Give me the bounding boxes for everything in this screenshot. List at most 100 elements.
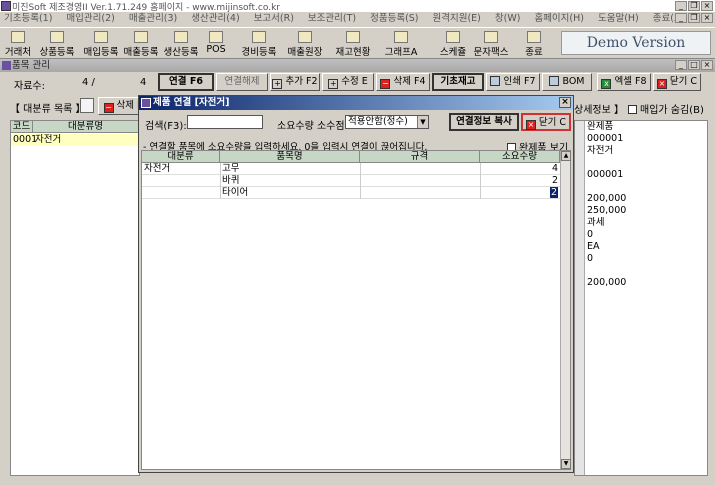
menu-item-registration[interactable]: 정품등록(S) [370, 12, 418, 26]
toolbar-schedule-button[interactable]: 스케쥴 [438, 30, 468, 58]
print-button[interactable]: 인쇄 F7 [486, 73, 540, 91]
detail-value[interactable]: 0 [587, 253, 593, 264]
mdi-controls: _ ❐ × [675, 13, 713, 23]
close-icon[interactable]: × [701, 1, 713, 11]
toolbar-production-button[interactable]: 생산등록 [162, 30, 200, 58]
row-qty-selected[interactable]: 2 [549, 187, 558, 198]
toolbar-sms-fax-button[interactable]: 문자팩스 [472, 30, 510, 58]
search-label: 검색(F3): [145, 121, 187, 132]
detail-value[interactable]: EA [587, 241, 600, 252]
delete-button[interactable]: − 삭제 F4 [376, 73, 430, 91]
dialog-close-button[interactable]: × 닫기 C [521, 113, 571, 131]
toolbar-sales-ledger-button[interactable]: 매출원장 [284, 30, 326, 58]
category-code: 0001 [13, 134, 38, 145]
app-title-bar: 미진Soft 제조경영II Ver.1.71.249 홈페이지 - www.mi… [0, 0, 715, 13]
inner-close-icon[interactable]: × [701, 60, 713, 70]
dialog-title: 제품 연결 [자전거] [153, 97, 230, 108]
row-item-name: 고무 [222, 163, 240, 174]
copy-link-info-button[interactable]: 연결정보 복사 [449, 113, 519, 131]
plus-icon: + [328, 79, 339, 89]
toolbar-client-button[interactable]: 거래처 [2, 30, 34, 58]
toolbar-sales-button[interactable]: 매출등록 [122, 30, 160, 58]
detail-value[interactable]: 200,000 [587, 277, 626, 288]
qty-decimal-label: 소요수량 소수점: [277, 121, 348, 132]
detail-panel-header: 상세정보 】 매입가 숨김(B) [574, 99, 708, 116]
row-category: 자전거 [144, 163, 171, 174]
detail-value[interactable]: 과세 [587, 217, 604, 228]
dialog-scrollbar[interactable]: ▲ ▼ [560, 151, 571, 469]
toolbar-stock-button[interactable]: 재고현황 [332, 30, 374, 58]
bom-button[interactable]: BOM [542, 73, 592, 91]
toolbar-purchase-button[interactable]: 매입등록 [82, 30, 120, 58]
toolbar-exit-button[interactable]: 종료 [522, 30, 546, 58]
menu-item-report[interactable]: 보고서(R) [254, 12, 294, 26]
sms-icon [484, 31, 498, 43]
document-icon[interactable] [80, 98, 94, 113]
inner-window-controls: _ □ × [675, 60, 713, 70]
row-item-name: 바퀴 [222, 175, 240, 186]
menu-item-basic[interactable]: 기초등록(1) [4, 12, 52, 26]
app-logo-icon [1, 1, 11, 11]
link-grid: 대분류 품목명 규격 소요수량 자전거 고무 4 바퀴 2 타이어 2 ▲ ▼ [141, 150, 571, 470]
chevron-down-icon[interactable]: ▼ [417, 116, 428, 128]
menu-item-help[interactable]: 도움말(H) [598, 12, 639, 26]
search-input[interactable] [187, 115, 263, 129]
dialog-icon [141, 98, 151, 108]
product-icon [50, 31, 64, 43]
detail-value[interactable]: 000001 [587, 133, 623, 144]
menu-item-sales[interactable]: 매출관리(3) [129, 12, 177, 26]
column-divider [480, 163, 481, 199]
close-icon: × [525, 120, 536, 130]
item-management-title-bar: 품목 관리 _ □ × [0, 59, 715, 72]
detail-value[interactable]: 자전거 [587, 145, 613, 156]
window-controls: _ ❐ × [675, 1, 713, 11]
inner-maximize-icon[interactable]: □ [688, 60, 700, 70]
dialog-close-icon[interactable]: × [559, 97, 571, 108]
row-qty[interactable]: 4 [552, 163, 558, 174]
menu-item-remote[interactable]: 원격지원(E) [433, 12, 481, 26]
detail-value[interactable]: 200,000 [587, 193, 626, 204]
hide-purchase-checkbox[interactable]: 매입가 숨김(B) [628, 101, 704, 116]
table-row[interactable]: 자전거 고무 4 [142, 163, 560, 175]
mdi-close-icon[interactable]: × [701, 13, 713, 23]
mdi-restore-icon[interactable]: ❐ [688, 13, 700, 23]
mdi-minimize-icon[interactable]: _ [675, 13, 687, 23]
menu-item-production[interactable]: 생산관리(4) [191, 12, 239, 26]
detail-value[interactable]: 0 [587, 229, 593, 240]
detail-value[interactable]: 250,000 [587, 205, 626, 216]
edit-button[interactable]: + 수정 E [322, 73, 374, 91]
demo-version-badge: Demo Version [561, 31, 711, 55]
detail-grid: 완제품 000001 자전거 000001 200,000 250,000 과세… [574, 120, 708, 476]
menu-item-homepage[interactable]: 홈페이지(H) [534, 12, 584, 26]
table-row[interactable]: 0001 자전거 [11, 134, 139, 146]
menu-item-window[interactable]: 창(W) [495, 12, 521, 26]
restore-icon[interactable]: ❐ [688, 1, 700, 11]
menu-item-purchase[interactable]: 매입관리(2) [66, 12, 114, 26]
menu-bar: 기초등록(1) 매입관리(2) 매출관리(3) 생산관리(4) 보고서(R) 보… [0, 12, 715, 26]
minimize-icon[interactable]: _ [675, 1, 687, 11]
menu-item-auxiliary[interactable]: 보조관리(T) [308, 12, 356, 26]
close-window-button[interactable]: × 닫기 C [653, 73, 701, 91]
toolbar-graph-button[interactable]: 그래프A [381, 30, 421, 58]
base-stock-button[interactable]: 기초재고 [432, 73, 484, 91]
table-row[interactable]: 바퀴 2 [142, 175, 560, 187]
detail-value[interactable]: 완제품 [587, 121, 613, 132]
detail-value[interactable]: 000001 [587, 169, 623, 180]
table-row[interactable]: 타이어 2 [142, 187, 560, 199]
inner-minimize-icon[interactable]: _ [675, 60, 687, 70]
sales-icon [134, 31, 148, 43]
header-spec: 규격 [360, 151, 480, 163]
scroll-down-icon[interactable]: ▼ [561, 459, 571, 469]
category-panel-header: 【 대분류 목록 】 − 삭제 F [8, 97, 148, 115]
row-qty[interactable]: 2 [552, 175, 558, 186]
add-button[interactable]: + 추가 F2 [270, 73, 320, 91]
link-button[interactable]: 연결 F6 [158, 73, 214, 91]
excel-button[interactable]: x 엑셀 F8 [597, 73, 651, 91]
qty-decimal-select[interactable]: 적용안함(정수) ▼ [345, 115, 429, 129]
toolbar-expense-button[interactable]: 경비등록 [240, 30, 278, 58]
scroll-up-icon[interactable]: ▲ [561, 151, 571, 161]
toolbar-product-button[interactable]: 상품등록 [38, 30, 76, 58]
detail-gutter [575, 121, 585, 475]
toolbar-pos-button[interactable]: POS [203, 30, 229, 58]
unlink-button[interactable]: 연결해제 [216, 73, 268, 91]
